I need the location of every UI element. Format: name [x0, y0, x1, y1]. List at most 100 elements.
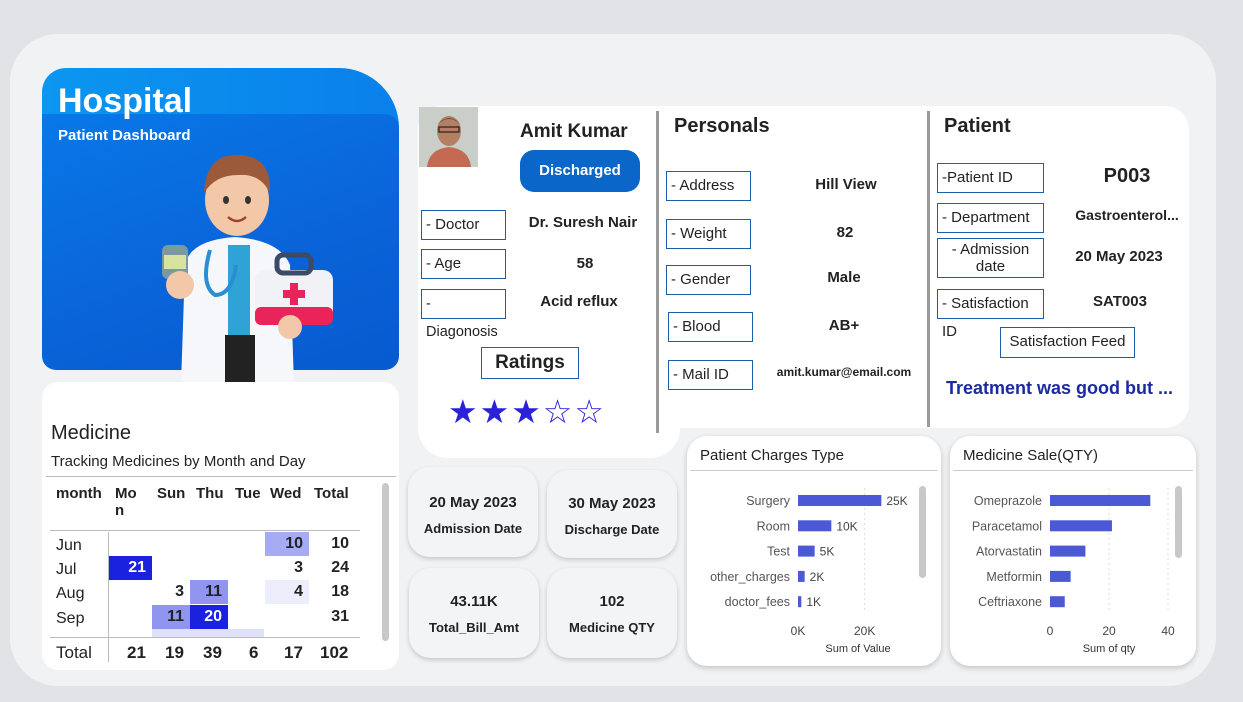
admission-label: - Admission date — [937, 238, 1044, 278]
chart-bar — [798, 596, 802, 608]
matrix-cell-total: 24 — [331, 559, 349, 576]
address-label: - Address — [666, 171, 751, 201]
blood-label: - Blood — [668, 312, 753, 342]
satisfaction-feed-label: Satisfaction Feed — [1000, 327, 1135, 358]
matrix-total-mon: 21 — [127, 643, 146, 662]
matrix-total-sun: 19 — [165, 643, 184, 662]
chart-category-label: Atorvastatin — [976, 545, 1042, 559]
matrix-header-sun: Sun — [157, 485, 186, 502]
kpi-value: 43.11K — [450, 593, 498, 610]
chart-data-label: 2K — [810, 570, 825, 584]
chart-tick-label: 0 — [1047, 624, 1054, 638]
page-title: Hospital — [58, 82, 193, 120]
chart-category-label: Paracetamol — [972, 519, 1042, 533]
kpi-admission-date: 20 May 2023 Admission Date — [408, 467, 538, 557]
matrix-cell-total: 31 — [331, 608, 349, 625]
matrix-total-thu: 39 — [203, 643, 222, 662]
chart-category-label: Omeprazole — [974, 494, 1042, 508]
department-value: Gastroenterol... — [1075, 207, 1179, 223]
gender-label: - Gender — [666, 265, 751, 295]
star-filled-icon: ★ — [479, 393, 512, 430]
kpi-label: Medicine QTY — [569, 620, 655, 635]
matrix-divider — [46, 476, 396, 477]
age-label: - Age — [421, 249, 506, 279]
chart-category-label: Test — [767, 545, 790, 559]
star-empty-icon: ☆ — [542, 393, 575, 430]
gender-value: Male — [827, 269, 861, 286]
matrix-total-label: Total — [56, 643, 92, 662]
matrix-row-month: Aug — [56, 585, 85, 602]
matrix-column-line — [108, 532, 109, 662]
rating-stars: ★★★☆☆ — [448, 392, 606, 431]
patient-id-value: P003 — [1103, 165, 1151, 187]
medicine-title: Medicine — [51, 422, 132, 444]
matrix-header-line — [50, 530, 360, 531]
ratings-label: Ratings — [481, 347, 579, 379]
gender-label-text: Gender — [680, 271, 731, 288]
matrix-header-total: Total — [314, 485, 349, 502]
matrix-cell: 11 — [152, 605, 190, 629]
doctor-label: - Doctor — [421, 210, 506, 240]
matrix-total-wed: 17 — [284, 643, 303, 662]
matrix-row-month: Sep — [56, 610, 85, 627]
diagnosis-label-text: Diagonosis — [426, 324, 498, 340]
chart-scrollbar[interactable] — [1175, 486, 1182, 558]
matrix-cell: 3 — [294, 559, 303, 576]
chart-category-label: Metformin — [986, 570, 1042, 584]
chart-tick-label: 40 — [1161, 624, 1175, 638]
patient-id-label-text: Patient ID — [947, 169, 1013, 186]
star-filled-icon: ★ — [511, 393, 543, 430]
chart-bar — [1050, 545, 1086, 557]
matrix-header-thu: Thu — [196, 485, 224, 502]
satisfaction-feed-value: Treatment was good but ... — [946, 378, 1174, 398]
status-badge[interactable]: Discharged — [520, 150, 640, 192]
weight-label: - Weight — [666, 219, 751, 249]
kpi-discharge-date: 30 May 2023 Discharge Date — [547, 470, 677, 558]
chart-scrollbar[interactable] — [919, 486, 926, 578]
department-label-text: Department — [951, 209, 1030, 226]
blood-label-text: Blood — [682, 318, 721, 335]
kpi-label: Admission Date — [423, 521, 523, 536]
star-filled-icon: ★ — [448, 393, 480, 430]
matrix-row-month: Jun — [56, 537, 82, 554]
chart-title-divider — [690, 470, 938, 471]
section-divider — [656, 111, 659, 433]
medicine-sale-bar-chart: 0 20 40 Omeprazole Paracetamol Atorvastatin Me… — [972, 488, 1175, 655]
chart-data-label: 10K — [836, 519, 857, 533]
matrix-header-mon: Mo n — [115, 485, 137, 519]
chart-title-divider — [953, 470, 1193, 471]
matrix-cell-total: 18 — [331, 583, 349, 600]
chart-tick-label: 20K — [854, 624, 875, 638]
kpi-value: 30 May 2023 — [568, 495, 656, 512]
department-label: - Department — [937, 203, 1044, 233]
matrix-row-month: Jul — [56, 561, 77, 578]
mail-label: - Mail ID — [668, 360, 753, 390]
satisfaction-id-label: - Satisfaction ID — [937, 289, 1044, 340]
medicine-subtitle: Tracking Medicines by Month and Day — [51, 453, 306, 470]
matrix-scrollbar[interactable] — [382, 483, 389, 641]
doctor-label-text: Doctor — [435, 216, 480, 233]
patient-avatar — [419, 107, 478, 167]
page-subtitle: Patient Dashboard — [58, 127, 191, 144]
diagnosis-value: Acid reflux — [540, 293, 618, 310]
kpi-medicine-qty: 102 Medicine QTY — [547, 568, 677, 658]
chart-bar — [1050, 596, 1065, 608]
diagnosis-label: - Diagonosis — [421, 289, 506, 340]
chart-bar — [798, 495, 882, 506]
kpi-value: 102 — [599, 593, 625, 610]
matrix-row-partial — [152, 629, 264, 637]
matrix-cell: 21 — [109, 556, 152, 580]
section-divider — [927, 111, 930, 427]
chart-category-label: Ceftriaxone — [978, 595, 1042, 609]
chart-bar — [1050, 520, 1112, 532]
matrix-header-tue: Tue — [235, 485, 261, 502]
chart-bar — [1050, 495, 1151, 506]
kpi-label: Total_Bill_Amt — [428, 620, 520, 635]
chart-tick-label: 0K — [791, 624, 806, 638]
mail-label-text: Mail ID — [682, 366, 729, 383]
chart-bar — [798, 570, 805, 582]
kpi-label: Discharge Date — [564, 522, 660, 537]
mail-value: amit.kumar@email.com — [776, 365, 912, 379]
admission-value: 20 May 2023 — [1075, 248, 1163, 265]
kpi-value: 20 May 2023 — [429, 494, 517, 511]
